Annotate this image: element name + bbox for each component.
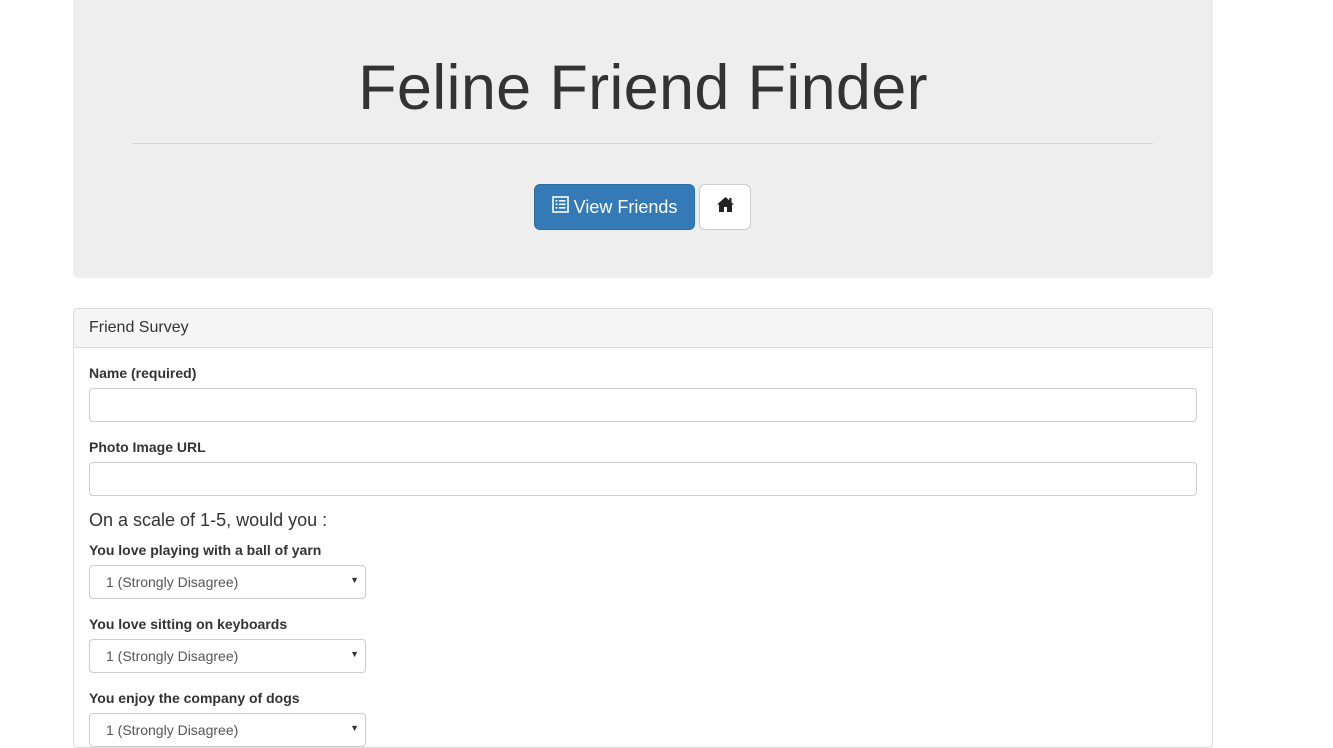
caret-down-icon: ▼ bbox=[350, 575, 359, 585]
header-divider bbox=[133, 143, 1153, 144]
question-label: You love playing with a ball of yarn bbox=[89, 542, 322, 558]
question-select[interactable]: 1 (Strongly Disagree) ▼ bbox=[89, 639, 366, 673]
question-select[interactable]: 1 (Strongly Disagree) ▼ bbox=[89, 713, 366, 747]
select-value: 1 (Strongly Disagree) bbox=[106, 722, 239, 738]
name-input[interactable] bbox=[89, 388, 1197, 422]
scale-heading: On a scale of 1-5, would you : bbox=[89, 510, 328, 530]
question-label: You love sitting on keyboards bbox=[89, 616, 288, 632]
header-button-group: View Friends bbox=[534, 184, 751, 230]
home-button[interactable] bbox=[699, 184, 751, 230]
caret-down-icon: ▼ bbox=[350, 723, 359, 733]
home-icon bbox=[716, 196, 735, 218]
photo-url-label: Photo Image URL bbox=[89, 439, 206, 455]
list-alt-icon bbox=[551, 196, 569, 218]
jumbotron-header: Feline Friend Finder View Friends bbox=[73, 0, 1213, 278]
name-label: Name (required) bbox=[89, 365, 197, 381]
select-value: 1 (Strongly Disagree) bbox=[106, 574, 239, 590]
panel-heading: Friend Survey bbox=[74, 309, 1212, 348]
caret-down-icon: ▼ bbox=[350, 649, 359, 659]
question-select[interactable]: 1 (Strongly Disagree) ▼ bbox=[89, 565, 366, 599]
friend-survey-panel: Friend Survey Name (required) Photo Imag… bbox=[73, 308, 1213, 748]
question-label: You enjoy the company of dogs bbox=[89, 690, 300, 706]
view-friends-label: View Friends bbox=[573, 196, 678, 217]
page-title: Feline Friend Finder bbox=[358, 53, 928, 123]
photo-url-input[interactable] bbox=[89, 462, 1197, 496]
select-value: 1 (Strongly Disagree) bbox=[106, 648, 239, 664]
view-friends-button[interactable]: View Friends bbox=[534, 184, 695, 230]
